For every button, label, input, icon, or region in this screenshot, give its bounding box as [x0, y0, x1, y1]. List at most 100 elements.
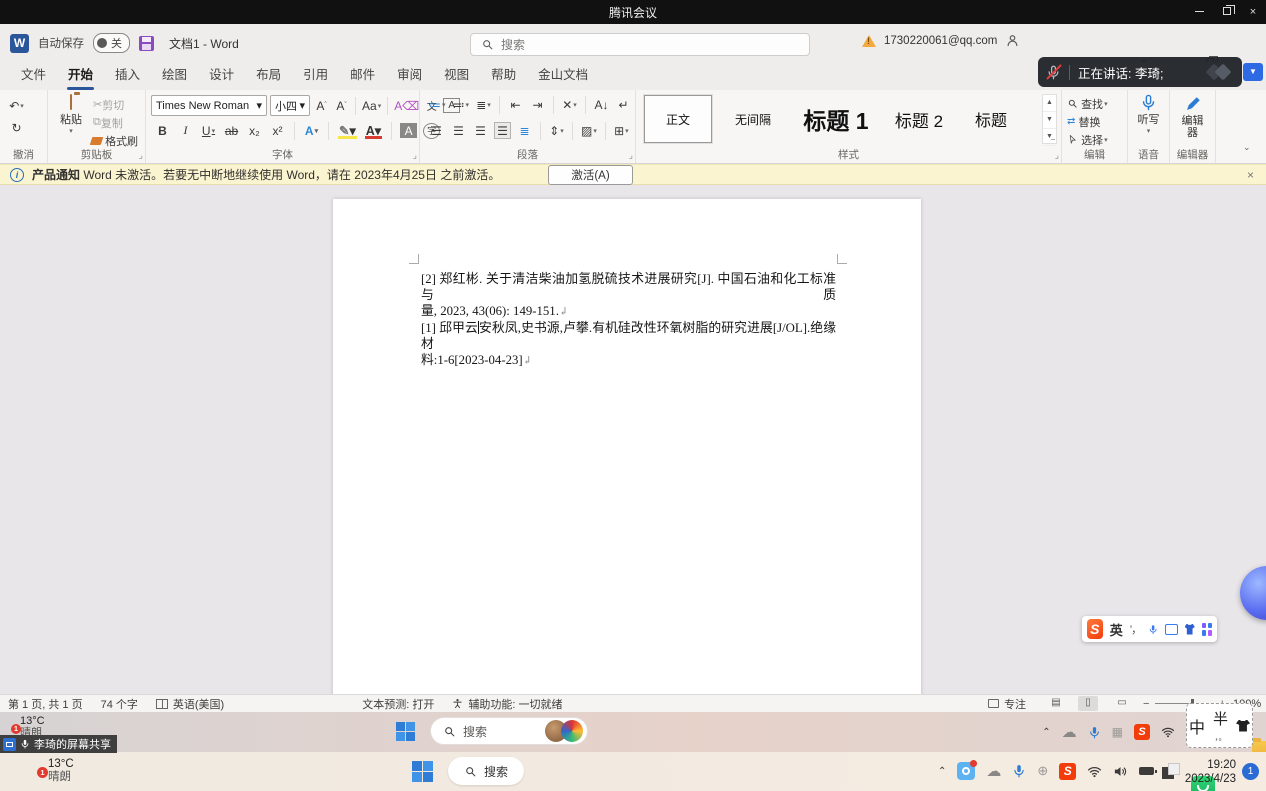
- save-button[interactable]: [139, 36, 154, 51]
- ime-toolbox-icon[interactable]: [1202, 623, 1212, 636]
- accessibility-status[interactable]: 辅助功能: 一切就绪: [452, 696, 562, 712]
- editor-button[interactable]: 编辑器: [1170, 95, 1215, 139]
- ribbon-collapse-chevron[interactable]: ⌄: [1243, 142, 1251, 153]
- shrink-font-button[interactable]: Aˇ: [333, 96, 350, 115]
- tab-mailings[interactable]: 邮件: [339, 59, 386, 90]
- font-dialog-launcher[interactable]: ⌟: [413, 150, 417, 161]
- word-count-status[interactable]: 74 个字: [101, 696, 138, 712]
- bold-button[interactable]: B: [154, 121, 171, 140]
- align-center-button[interactable]: ☰: [450, 121, 467, 140]
- decrease-indent-button[interactable]: ⇤: [507, 95, 524, 114]
- meeting-close-button[interactable]: ×: [1244, 4, 1262, 20]
- underline-button[interactable]: U▾: [200, 121, 217, 140]
- ime-keyboard-icon[interactable]: [1165, 624, 1177, 635]
- weather-widget[interactable]: 1 13°C晴朗: [40, 758, 74, 784]
- show-marks-button[interactable]: ↵: [615, 95, 632, 114]
- wifi-icon[interactable]: [1087, 764, 1102, 779]
- ime-toolbar[interactable]: S 英 ’，: [1082, 616, 1217, 642]
- read-mode-button[interactable]: ▤: [1046, 696, 1066, 711]
- account-email[interactable]: 1730220061@qq.com: [884, 35, 997, 47]
- styles-dialog-launcher[interactable]: ⌟: [1055, 150, 1059, 161]
- font-name-dropdown[interactable]: Times New Roman▾: [151, 95, 267, 116]
- dictate-button[interactable]: 听写 ▾: [1128, 94, 1169, 135]
- paste-button[interactable]: 粘贴 ▾: [54, 95, 88, 135]
- web-layout-button[interactable]: ▭: [1112, 696, 1132, 711]
- tab-insert[interactable]: 插入: [104, 59, 151, 90]
- meeting-overlay-expand-button[interactable]: ▼: [1243, 63, 1263, 81]
- taskbar-search-box[interactable]: 搜索: [448, 757, 524, 785]
- taskbar-search-box[interactable]: 搜索: [430, 717, 588, 745]
- grow-font-button[interactable]: Aˆ: [313, 96, 330, 115]
- sogou-logo-icon[interactable]: S: [1087, 619, 1103, 639]
- meeting-minimize-button[interactable]: [1190, 4, 1208, 20]
- superscript-button[interactable]: x²: [269, 121, 286, 140]
- cloud-sync-icon[interactable]: ☁: [1062, 725, 1077, 740]
- tab-file[interactable]: 文件: [10, 59, 57, 90]
- notification-count-badge[interactable]: 1: [1242, 763, 1259, 780]
- cloud-sync-icon[interactable]: ☁: [986, 764, 1001, 779]
- notice-close-icon[interactable]: ×: [1247, 168, 1254, 182]
- activate-button[interactable]: 激活(A): [548, 165, 632, 185]
- tab-design[interactable]: 设计: [198, 59, 245, 90]
- style-heading1[interactable]: 标题 1: [794, 95, 878, 143]
- ime-language-mode[interactable]: 英: [1110, 620, 1123, 639]
- start-button[interactable]: [396, 722, 415, 741]
- subscript-button[interactable]: x₂: [246, 121, 263, 140]
- style-no-spacing[interactable]: 无间隔: [720, 95, 786, 143]
- change-case-button[interactable]: Aa▾: [361, 96, 382, 115]
- print-layout-button[interactable]: ▯: [1078, 696, 1098, 711]
- style-title[interactable]: 标题: [960, 95, 1022, 143]
- ime-voice-icon[interactable]: [1148, 623, 1158, 636]
- numbering-button[interactable]: ≕▾: [452, 95, 471, 114]
- clock[interactable]: 19:202023/4/23: [1178, 758, 1236, 786]
- focus-mode-button[interactable]: 专注: [988, 696, 1026, 712]
- tray-expand-chevron[interactable]: ⌃: [938, 766, 946, 777]
- word-search-box[interactable]: 搜索: [470, 33, 810, 56]
- ime-halfwidth-indicator[interactable]: 半: [1213, 711, 1228, 728]
- tab-draw[interactable]: 绘图: [151, 59, 198, 90]
- multilevel-list-button[interactable]: ≣▾: [475, 95, 492, 114]
- font-size-dropdown[interactable]: 小四▾: [270, 95, 310, 116]
- style-normal[interactable]: 正文: [644, 95, 712, 143]
- document-page[interactable]: [2] 郑红彬. 关于清洁柴油加氢脱硫技术进展研究[J]. 中国石油和化工标准与…: [333, 199, 921, 694]
- display-cast-icon[interactable]: ⊕: [1037, 763, 1048, 779]
- align-right-button[interactable]: ☰: [472, 121, 489, 140]
- redo-button[interactable]: ↻: [8, 118, 25, 137]
- app-store-button[interactable]: [570, 776, 1266, 791]
- shading-bucket-button[interactable]: ▨▾: [580, 121, 598, 140]
- text-prediction-status[interactable]: 文本预测: 打开: [362, 696, 434, 712]
- volume-icon[interactable]: [1113, 764, 1128, 779]
- italic-button[interactable]: I: [177, 121, 194, 140]
- replace-button[interactable]: ⇄ 替换: [1066, 112, 1101, 131]
- zoom-out-button[interactable]: −: [1143, 698, 1149, 710]
- style-heading2[interactable]: 标题 2: [886, 95, 952, 143]
- distribute-button[interactable]: ≣: [516, 121, 533, 140]
- ime-status-panel[interactable]: 中 半，。: [1186, 703, 1253, 748]
- increase-indent-button[interactable]: ⇥: [529, 95, 546, 114]
- tab-view[interactable]: 视图: [433, 59, 480, 90]
- document-text[interactable]: [2] 郑红彬. 关于清洁柴油加氢脱硫技术进展研究[J]. 中国石油和化工标准与…: [421, 271, 836, 369]
- start-button[interactable]: [412, 761, 433, 782]
- proofing-status[interactable]: 英语(美国): [156, 696, 224, 712]
- strikethrough-button[interactable]: ab: [223, 121, 240, 140]
- account-person-icon[interactable]: [1005, 33, 1020, 48]
- net-device-icon[interactable]: ▦: [1112, 725, 1123, 739]
- tab-home[interactable]: 开始: [57, 59, 104, 90]
- document-canvas[interactable]: [2] 郑红彬. 关于清洁柴油加氢脱硫技术进展研究[J]. 中国石油和化工标准与…: [0, 186, 1266, 694]
- ime-skin-icon[interactable]: [1236, 720, 1250, 732]
- tray-mic-icon[interactable]: [1088, 726, 1101, 739]
- align-left-button[interactable]: ☰: [428, 121, 445, 140]
- copy-button[interactable]: ⧉ 复制: [92, 113, 124, 132]
- wifi-icon[interactable]: [1161, 725, 1175, 739]
- styles-more-icon[interactable]: ▼̲: [1043, 129, 1056, 146]
- justify-button[interactable]: ☰: [494, 122, 511, 139]
- ime-punctuation-mode[interactable]: ’，: [1130, 621, 1141, 637]
- page-number-status[interactable]: 第 1 页, 共 1 页: [8, 696, 83, 712]
- tab-layout[interactable]: 布局: [245, 59, 292, 90]
- tab-help[interactable]: 帮助: [480, 59, 527, 90]
- find-button[interactable]: 查找▾: [1066, 94, 1109, 113]
- styles-scroll-up-icon[interactable]: ▲: [1043, 95, 1056, 112]
- autosave-toggle[interactable]: 关: [93, 33, 130, 53]
- meeting-restore-button[interactable]: [1218, 4, 1236, 20]
- asian-layout-button[interactable]: ✕▾: [561, 95, 578, 114]
